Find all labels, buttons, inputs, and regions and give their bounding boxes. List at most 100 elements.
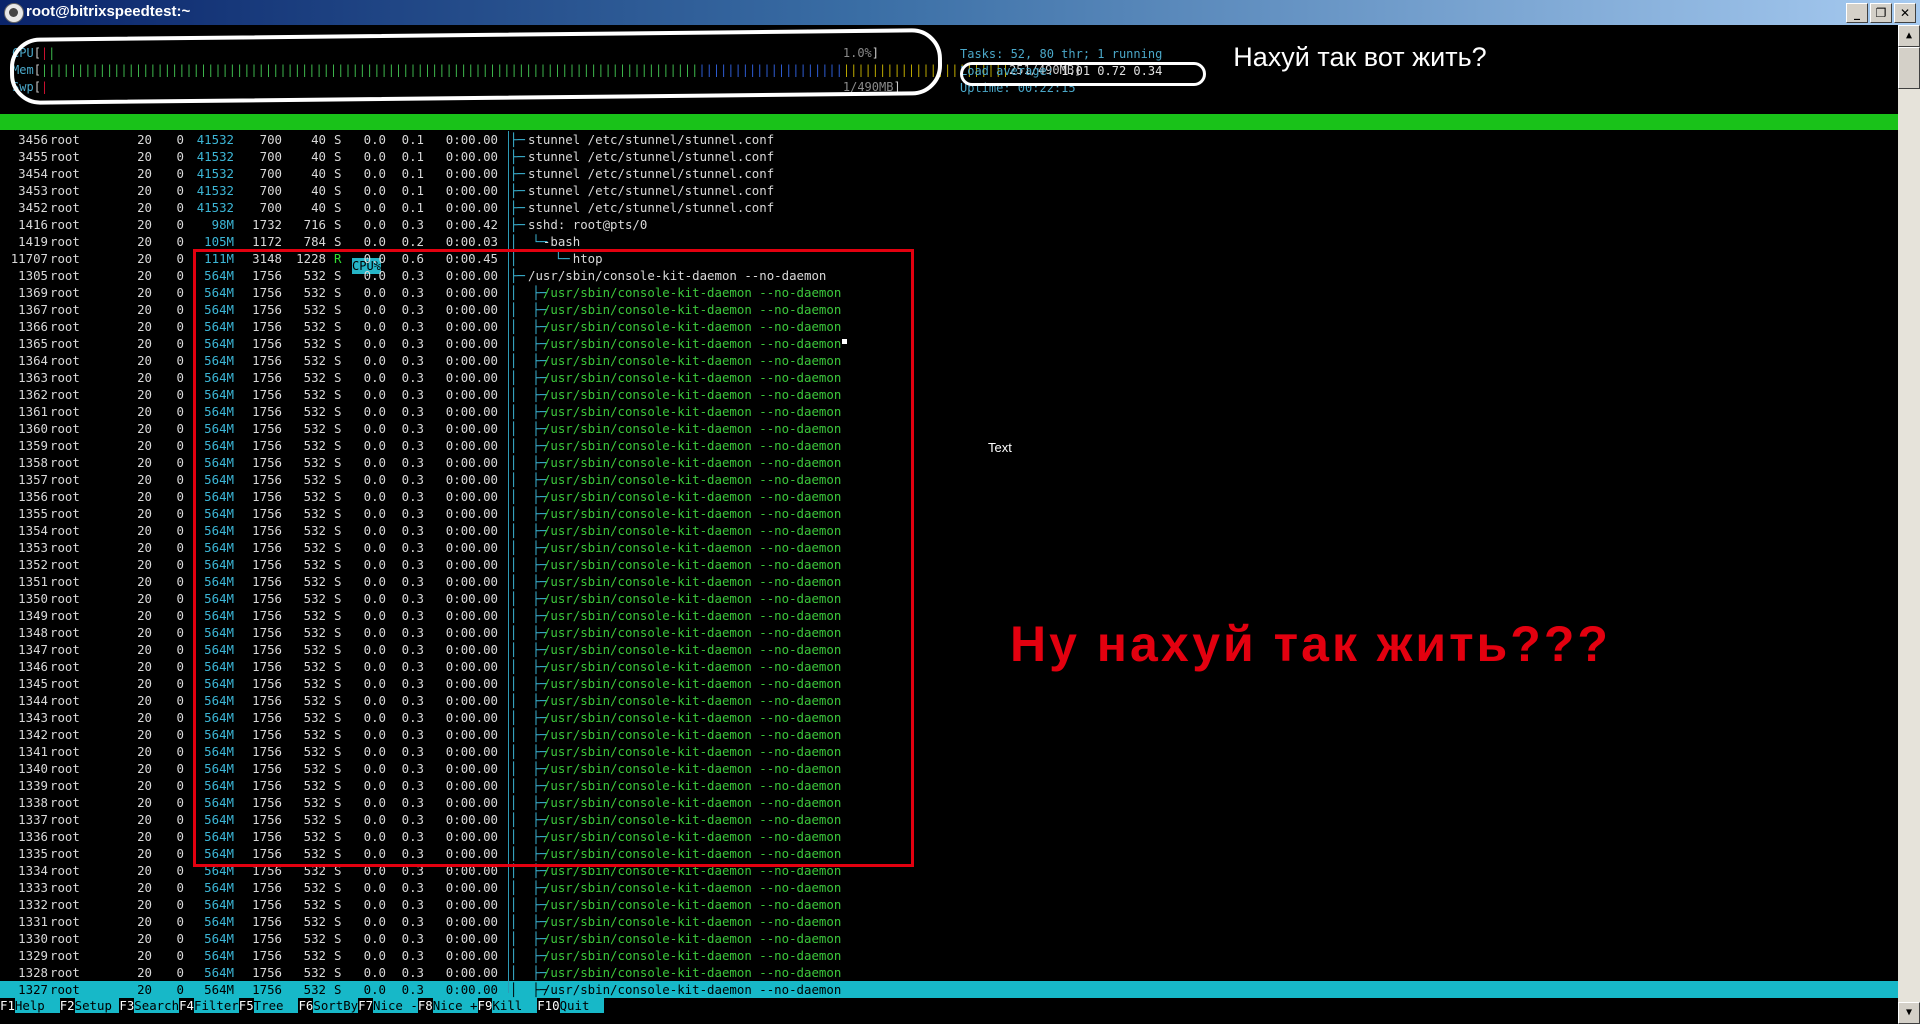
process-ni: 0	[176, 897, 184, 912]
process-pri: 20	[137, 353, 152, 368]
minimize-button[interactable]: _	[1846, 3, 1868, 23]
process-virt: 564M	[204, 965, 234, 980]
process-mem: 0.3	[401, 931, 424, 946]
process-user: root	[50, 557, 80, 572]
process-ni: 0	[176, 183, 184, 198]
process-cmd: /usr/sbin/console-kit-daemon --no-daemon	[528, 965, 842, 980]
process-row[interactable]: 3455 root 20 0 41532 700 40 S 0.0 0.1 0:00.00 ├─ stu…	[0, 148, 1898, 165]
process-user: root	[50, 268, 80, 283]
process-ni: 0	[176, 353, 184, 368]
process-time: 0:00.00	[445, 880, 498, 895]
process-shr: 532	[303, 948, 326, 963]
process-pri: 20	[137, 880, 152, 895]
process-user: root	[50, 353, 80, 368]
process-ni: 0	[176, 455, 184, 470]
process-user: root	[50, 370, 80, 385]
process-pri: 20	[137, 234, 152, 249]
fkey-f4[interactable]: F4Filter	[179, 997, 239, 1014]
window-titlebar[interactable]: root@bitrixspeedtest:~ _ ❐ ✕	[0, 0, 1920, 25]
process-user: root	[50, 642, 80, 657]
process-row[interactable]: 3452 root 20 0 41532 700 40 S 0.0 0.1 0:00.00 ├─ stu…	[0, 199, 1898, 216]
process-cpu: 0.0	[363, 965, 386, 980]
fkey-f5[interactable]: F5Tree	[238, 997, 299, 1014]
process-ni: 0	[176, 880, 184, 895]
process-ni: 0	[176, 268, 184, 283]
process-cpu: 0.0	[363, 931, 386, 946]
process-user: root	[50, 727, 80, 742]
process-cpu: 0.0	[363, 880, 386, 895]
process-user: root	[50, 166, 80, 181]
process-ni: 0	[176, 506, 184, 521]
process-row[interactable]: 3454 root 20 0 41532 700 40 S 0.0 0.1 0:00.00 ├─ stu…	[0, 165, 1898, 182]
process-user: root	[50, 744, 80, 759]
process-virt: 41532	[196, 132, 234, 147]
process-row[interactable]: 1327 root 20 0 564M 1756 532 S 0.0 0.3 0:00.00 │ ├─…	[0, 981, 1898, 998]
fkey-f8[interactable]: F8Nice +	[417, 997, 478, 1014]
process-time: 0:00.00	[445, 948, 498, 963]
process-user: root	[50, 710, 80, 725]
process-pri: 20	[137, 285, 152, 300]
process-shr: 40	[311, 183, 326, 198]
process-row[interactable]: 1329 root 20 0 564M 1756 532 S 0.0 0.3 0:00.00 │ ├─…	[0, 947, 1898, 964]
process-pid: 1353	[18, 540, 48, 555]
process-pri: 20	[137, 897, 152, 912]
process-pid: 1337	[18, 812, 48, 827]
process-user: root	[50, 693, 80, 708]
fkey-f10[interactable]: F10Quit	[537, 997, 605, 1014]
process-row[interactable]: 1419 root 20 0 105M 1172 784 S 0.0 0.2 0:00.03 │ └─…	[0, 233, 1898, 250]
fkey-f7[interactable]: F7Nice -	[358, 997, 418, 1014]
process-user: root	[50, 897, 80, 912]
process-pid: 1416	[18, 217, 48, 232]
vertical-scrollbar[interactable]: ▲ ▼	[1898, 25, 1920, 1024]
process-row[interactable]: 1416 root 20 0 98M 1732 716 S 0.0 0.3 0:00.42 ├─ ssh…	[0, 216, 1898, 233]
tasks-line: Tasks: 52, 80 thr; 1 running	[960, 47, 1163, 61]
fkey-f3[interactable]: F3Search	[119, 997, 180, 1014]
process-s: S	[334, 965, 342, 980]
process-ni: 0	[176, 812, 184, 827]
process-cpu: 0.0	[363, 200, 386, 215]
fkey-f1[interactable]: F1Help	[0, 997, 60, 1014]
process-pri: 20	[137, 540, 152, 555]
fkey-code: F8	[417, 998, 433, 1013]
process-s: S	[334, 897, 342, 912]
process-res: 700	[259, 166, 282, 181]
process-user: root	[50, 540, 80, 555]
process-ni: 0	[176, 557, 184, 572]
process-s: S	[334, 166, 342, 181]
process-row[interactable]: 1333 root 20 0 564M 1756 532 S 0.0 0.3 0:00.00 │ ├─…	[0, 879, 1898, 896]
process-mem: 0.1	[401, 200, 424, 215]
process-pid: 11707	[10, 251, 48, 266]
process-ni: 0	[176, 642, 184, 657]
putty-icon[interactable]	[4, 3, 24, 23]
fkey-f2[interactable]: F2Setup	[59, 997, 120, 1014]
process-user: root	[50, 489, 80, 504]
process-row[interactable]: 1330 root 20 0 564M 1756 532 S 0.0 0.3 0:00.00 │ ├─…	[0, 930, 1898, 947]
fkey-f6[interactable]: F6SortBy	[298, 997, 359, 1014]
process-pri: 20	[137, 200, 152, 215]
scroll-down-icon[interactable]: ▼	[1898, 1002, 1920, 1024]
process-pid: 3452	[18, 200, 48, 215]
mouse-cursor	[842, 339, 847, 344]
process-row[interactable]: 3453 root 20 0 41532 700 40 S 0.0 0.1 0:00.00 ├─ stu…	[0, 182, 1898, 199]
close-button[interactable]: ✕	[1894, 3, 1916, 23]
process-pri: 20	[137, 557, 152, 572]
process-pid: 1334	[18, 863, 48, 878]
process-user: root	[50, 455, 80, 470]
process-row[interactable]: 1331 root 20 0 564M 1756 532 S 0.0 0.3 0:00.00 │ ├─…	[0, 913, 1898, 930]
process-pri: 20	[137, 591, 152, 606]
process-s: S	[334, 200, 342, 215]
process-row[interactable]: 1332 root 20 0 564M 1756 532 S 0.0 0.3 0:00.00 │ ├─…	[0, 896, 1898, 913]
process-pid: 1419	[18, 234, 48, 249]
fkey-f9[interactable]: F9Kill	[477, 997, 538, 1014]
scrollbar-thumb[interactable]	[1898, 47, 1920, 89]
process-row[interactable]: 3456 root 20 0 41532 700 40 S 0.0 0.1 0:00.00 ├─ stu…	[0, 131, 1898, 148]
process-ni: 0	[176, 727, 184, 742]
process-time: 0:00.00	[445, 183, 498, 198]
process-pid: 3456	[18, 132, 48, 147]
scroll-up-icon[interactable]: ▲	[1898, 25, 1920, 47]
maximize-button[interactable]: ❐	[1870, 3, 1892, 23]
process-user: root	[50, 608, 80, 623]
process-ni: 0	[176, 982, 184, 997]
process-ni: 0	[176, 744, 184, 759]
process-row[interactable]: 1328 root 20 0 564M 1756 532 S 0.0 0.3 0:00.00 │ ├─…	[0, 964, 1898, 981]
